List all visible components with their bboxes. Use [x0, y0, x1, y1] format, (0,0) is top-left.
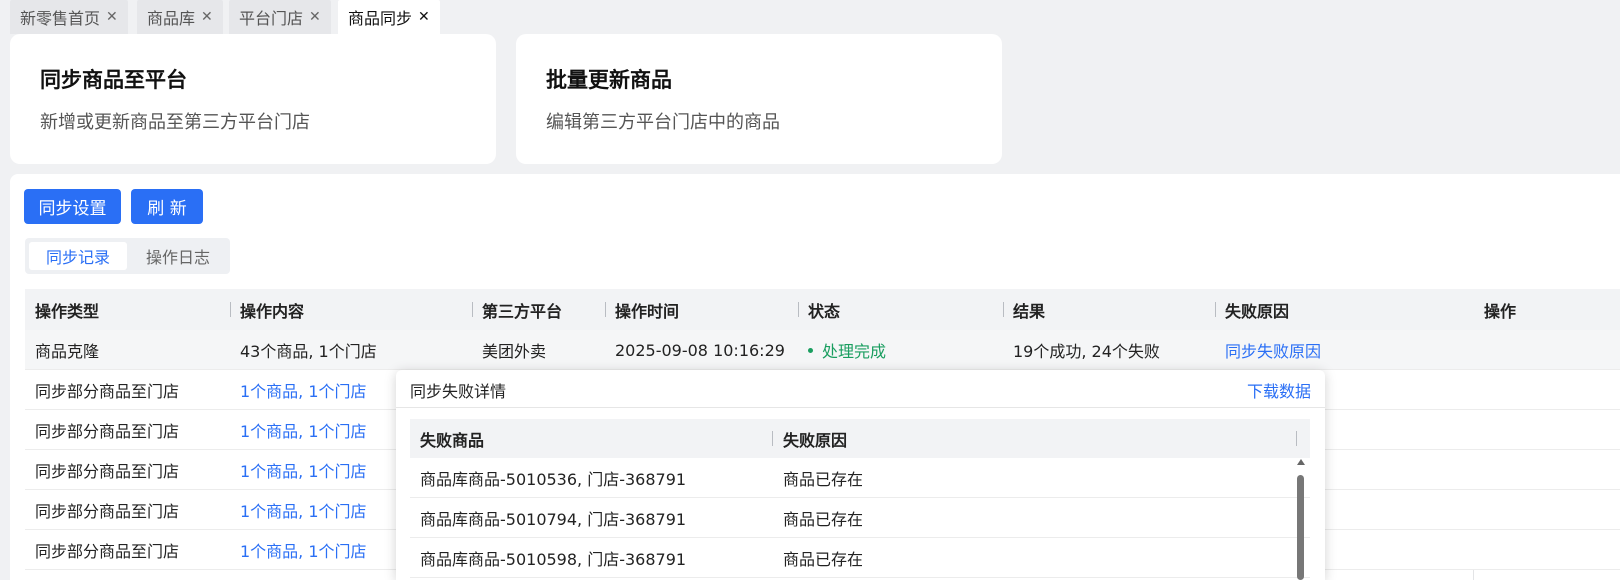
operation-content-link[interactable]: 1个商品, 1个门店	[240, 370, 367, 410]
column-resizer[interactable]	[1296, 431, 1297, 446]
close-icon[interactable]: ✕	[418, 9, 430, 25]
scroll-up-icon[interactable]	[1297, 459, 1305, 465]
operation-content-link[interactable]: 1个商品, 1个门店	[240, 530, 367, 570]
column-resizer[interactable]	[1215, 302, 1216, 317]
tab-new-retail-home[interactable]: 新零售首页 ✕	[10, 0, 128, 34]
table-header: 操作类型 操作内容 第三方平台 操作时间 状态 结果 失败原因 操作	[25, 289, 1620, 330]
popover-title: 同步失败详情	[410, 382, 507, 401]
column-header: 操作	[1484, 301, 1517, 321]
table-row: 商品库商品-5010536, 门店-368791 商品已存在	[410, 458, 1310, 498]
operation-type: 同步部分商品至门店	[35, 422, 180, 441]
tab-operation-logs[interactable]: 操作日志	[129, 242, 227, 270]
tab-label: 新零售首页	[20, 9, 101, 28]
operation-type: 同步部分商品至门店	[35, 382, 180, 401]
failure-details-popover: 同步失败详情 下载数据 失败商品 失败原因 商品库商品-5010536, 门店-…	[396, 370, 1325, 580]
operation-type: 同步部分商品至门店	[35, 502, 180, 521]
close-icon[interactable]: ✕	[309, 9, 321, 25]
card-title: 批量更新商品	[546, 68, 672, 92]
column-header: 操作类型	[35, 301, 100, 321]
column-header: 状态	[808, 301, 841, 321]
table-header: 失败商品 失败原因	[410, 419, 1310, 458]
column-resizer[interactable]	[472, 302, 473, 317]
scrollbar[interactable]	[1296, 459, 1306, 580]
operation-type: 商品克隆	[35, 342, 100, 361]
platform: 美团外卖	[482, 342, 547, 361]
scrollbar-thumb[interactable]	[1297, 475, 1304, 580]
sync-to-platform-card[interactable]: 同步商品至平台 新增或更新商品至第三方平台门店	[10, 34, 496, 164]
tab-product-sync[interactable]: 商品同步 ✕	[338, 0, 440, 34]
column-header: 结果	[1013, 301, 1046, 321]
column-header: 失败原因	[1225, 301, 1290, 321]
column-resizer[interactable]	[798, 302, 799, 317]
column-header: 失败原因	[783, 430, 848, 450]
column-resizer[interactable]	[605, 302, 606, 317]
failure-reason: 商品已存在	[783, 550, 864, 569]
sync-settings-button[interactable]: 同步设置	[24, 189, 121, 224]
tab-bar: 新零售首页 ✕ 商品库 ✕ 平台门店 ✕ 商品同步 ✕	[0, 0, 1620, 34]
table-row: 商品库商品-5010794, 门店-368791 商品已存在	[410, 498, 1310, 538]
column-header: 操作时间	[615, 301, 680, 321]
table-row: 商品库商品-5010598, 门店-368791 商品已存在	[410, 538, 1310, 578]
status-text: 处理完成	[822, 342, 887, 361]
operation-type: 同步部分商品至门店	[35, 462, 180, 481]
tab-platform-stores[interactable]: 平台门店 ✕	[229, 0, 331, 34]
download-data-link[interactable]: 下载数据	[1247, 378, 1311, 402]
column-resizer[interactable]	[230, 302, 231, 317]
failure-reason: 商品已存在	[783, 470, 864, 489]
result: 19个成功, 24个失败	[1013, 342, 1160, 361]
column-resizer[interactable]	[1003, 302, 1004, 317]
close-icon[interactable]: ✕	[106, 9, 118, 25]
operation-content-link[interactable]: 1个商品, 1个门店	[240, 490, 367, 530]
column-header: 失败商品	[420, 430, 485, 450]
failed-product: 商品库商品-5010794, 门店-368791	[420, 510, 687, 529]
status-dot-icon	[808, 347, 813, 353]
failed-product: 商品库商品-5010598, 门店-368791	[420, 550, 687, 569]
table-row[interactable]: 商品克隆 43个商品, 1个门店 美团外卖 2025-09-08 10:16:2…	[25, 330, 1620, 370]
operation-content-link[interactable]: 1个商品, 1个门店	[240, 450, 367, 490]
card-title: 同步商品至平台	[40, 68, 187, 92]
operation-content: 43个商品, 1个门店	[240, 342, 377, 361]
card-description: 新增或更新商品至第三方平台门店	[40, 112, 310, 133]
batch-update-card[interactable]: 批量更新商品 编辑第三方平台门店中的商品	[516, 34, 1002, 164]
failure-reason-link[interactable]: 同步失败原因	[1225, 330, 1321, 370]
failure-reason: 商品已存在	[783, 510, 864, 529]
tab-product-library[interactable]: 商品库 ✕	[137, 0, 223, 34]
card-description: 编辑第三方平台门店中的商品	[546, 112, 780, 133]
operation-content-link[interactable]: 1个商品, 1个门店	[240, 410, 367, 450]
close-icon[interactable]: ✕	[201, 9, 213, 25]
divider	[396, 407, 1325, 408]
operation-time: 2025-09-08 10:16:29	[615, 340, 785, 360]
column-resizer[interactable]	[772, 431, 773, 446]
failed-product: 商品库商品-5010536, 门店-368791	[420, 470, 687, 489]
failure-table: 失败商品 失败原因 商品库商品-5010536, 门店-368791 商品已存在…	[410, 419, 1310, 578]
tab-sync-records[interactable]: 同步记录	[29, 242, 127, 270]
column-header: 第三方平台	[482, 301, 563, 321]
status-badge: 处理完成	[808, 330, 886, 370]
operation-type: 同步部分商品至门店	[35, 542, 180, 561]
column-header: 操作内容	[240, 301, 305, 321]
tab-label: 商品库	[147, 9, 196, 28]
refresh-button[interactable]: 刷 新	[131, 189, 203, 224]
view-switch: 同步记录 操作日志	[25, 238, 230, 274]
tab-label: 商品同步	[348, 9, 413, 28]
tab-label: 平台门店	[239, 9, 304, 28]
